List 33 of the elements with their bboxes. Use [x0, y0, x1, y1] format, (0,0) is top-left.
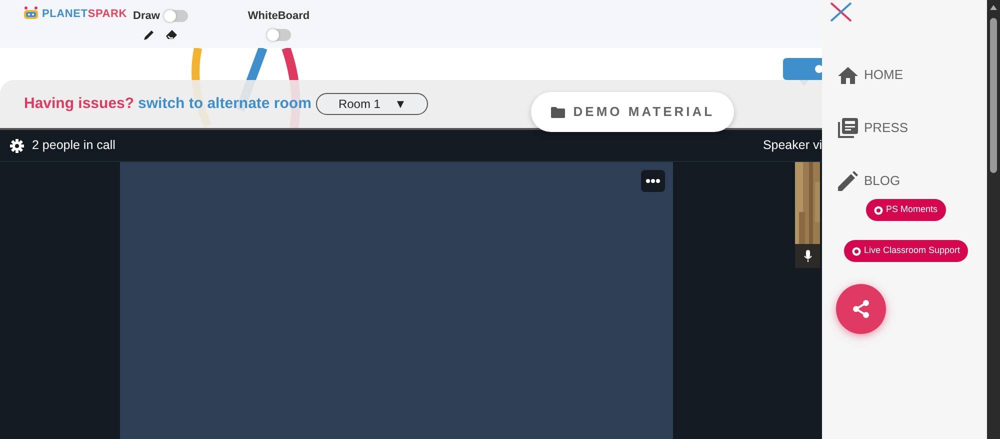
toggle-switch[interactable] — [266, 28, 291, 40]
lifebuoy-icon — [874, 206, 883, 214]
support-pill[interactable]: Live Classroom Support — [844, 240, 968, 262]
toggle-label: WhiteBoard — [248, 9, 310, 24]
settings-icon[interactable] — [10, 138, 24, 152]
nav-link[interactable]: PRESS — [838, 118, 987, 138]
nav-link[interactable]: BLOG — [838, 171, 987, 191]
alternate-room-link[interactable]: switch to alternate room — [138, 92, 312, 116]
more-icon — [646, 179, 660, 183]
more-options-button[interactable] — [641, 170, 665, 192]
issues-prompt: Having issues? — [24, 94, 134, 114]
lifebuoy-icon — [852, 246, 861, 256]
demo-material-button[interactable]: DEMO MATERIAL — [531, 92, 734, 132]
close-icon[interactable] — [830, 2, 852, 22]
toggle-label: Draw — [133, 9, 160, 24]
share-icon — [852, 300, 870, 318]
share-button[interactable] — [836, 284, 886, 334]
toggle-switch[interactable] — [164, 10, 188, 22]
support-pill[interactable]: PS Moments — [866, 199, 946, 221]
microphone-icon[interactable] — [804, 250, 812, 262]
home-icon — [838, 66, 858, 84]
eraser-icon[interactable] — [164, 28, 178, 40]
logo-text: PLANETSPARK — [42, 7, 128, 22]
room-select[interactable]: Room 1 ▼ — [316, 93, 428, 115]
pencil-icon — [838, 171, 858, 191]
speaker-view-label[interactable]: Speaker vi — [762, 136, 822, 155]
pencil-icon[interactable] — [142, 28, 155, 40]
scrollbar-thumb[interactable] — [990, 18, 997, 173]
folder-icon — [551, 106, 566, 118]
newspaper-icon — [838, 118, 858, 138]
scroll-up-icon[interactable] — [990, 5, 997, 10]
people-count: 2 people in call — [32, 137, 116, 154]
nav-link[interactable]: HOME — [838, 65, 987, 85]
